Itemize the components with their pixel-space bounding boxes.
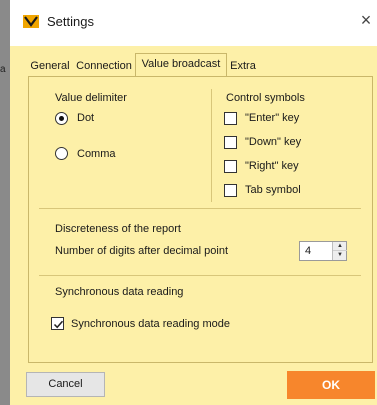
- ok-button[interactable]: OK: [287, 371, 375, 399]
- radio-selected-dot: [59, 116, 64, 121]
- tab-strip: General Connection Value broadcast Extra: [10, 46, 377, 77]
- spin-buttons: ▲ ▼: [332, 242, 347, 260]
- checkbox-sync-mode[interactable]: [51, 317, 64, 330]
- down-key-label[interactable]: "Down" key: [245, 136, 301, 148]
- checkbox-tab-symbol[interactable]: [224, 184, 237, 197]
- group-divider: [211, 89, 212, 202]
- digits-spinbox[interactable]: 4 ▲ ▼: [299, 241, 347, 261]
- app-logo-icon: [23, 15, 39, 28]
- tab-content-panel: Value delimiter Dot Comma Control symbol…: [28, 76, 373, 363]
- value-delimiter-heading: Value delimiter: [55, 92, 127, 104]
- window-title: Settings: [47, 14, 94, 29]
- section-divider: [39, 208, 361, 209]
- spin-down-icon[interactable]: ▼: [333, 251, 347, 260]
- control-symbols-heading: Control symbols: [226, 92, 305, 104]
- tab-value-broadcast[interactable]: Value broadcast: [135, 53, 227, 77]
- checkbox-enter-key[interactable]: [224, 112, 237, 125]
- right-key-label[interactable]: "Right" key: [245, 160, 299, 172]
- background-window-strip: a: [0, 0, 10, 405]
- settings-dialog: Settings × General Connection Value broa…: [10, 0, 377, 405]
- title-bar: Settings ×: [10, 0, 377, 46]
- spin-up-icon[interactable]: ▲: [333, 242, 347, 251]
- section-divider: [39, 275, 361, 276]
- cancel-button[interactable]: Cancel: [26, 372, 105, 397]
- checkbox-right-key[interactable]: [224, 160, 237, 173]
- close-icon[interactable]: ×: [357, 10, 375, 30]
- discreteness-heading: Discreteness of the report: [55, 223, 181, 235]
- radio-dot[interactable]: [55, 112, 68, 125]
- tab-symbol-label[interactable]: Tab symbol: [245, 184, 301, 196]
- dialog-footer: Cancel OK: [10, 363, 377, 405]
- digits-label: Number of digits after decimal point: [55, 245, 229, 257]
- radio-comma[interactable]: [55, 147, 68, 160]
- radio-dot-label[interactable]: Dot: [77, 112, 94, 124]
- tab-extra[interactable]: Extra: [227, 58, 259, 76]
- checkbox-down-key[interactable]: [224, 136, 237, 149]
- enter-key-label[interactable]: "Enter" key: [245, 112, 299, 124]
- digits-value[interactable]: 4: [305, 245, 311, 257]
- sync-heading: Synchronous data reading: [55, 286, 184, 298]
- tab-connection[interactable]: Connection: [73, 58, 135, 76]
- sync-mode-label[interactable]: Synchronous data reading mode: [71, 318, 230, 330]
- tab-general[interactable]: General: [27, 58, 73, 76]
- radio-comma-label[interactable]: Comma: [77, 148, 116, 160]
- checkmark-icon: [53, 320, 64, 329]
- background-text-fragment: a: [0, 64, 6, 75]
